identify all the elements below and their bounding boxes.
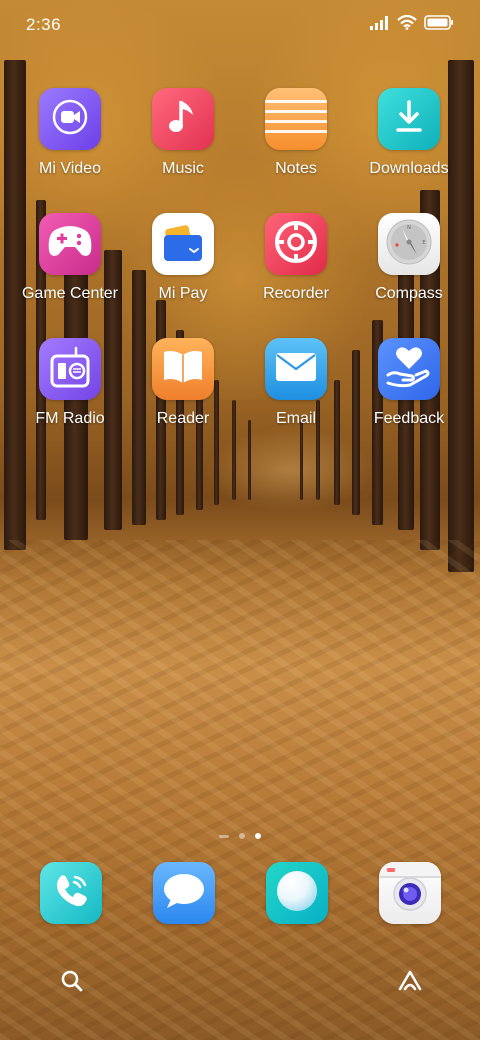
app-music[interactable]: Music [128,88,238,178]
dock-browser[interactable] [266,862,328,924]
dock-phone[interactable] [40,862,102,924]
app-label: Music [162,160,204,177]
compass-icon: N E [384,217,434,272]
app-mi-video[interactable]: Mi Video [15,88,125,178]
assistant-button[interactable] [393,966,427,1000]
app-notes[interactable]: Notes [241,88,351,178]
app-email[interactable]: Email [241,338,351,428]
app-label: Feedback [373,410,445,427]
assistant-icon [396,969,424,998]
search-button[interactable] [55,966,89,1000]
phone-icon [51,871,91,916]
notes-lines-icon [265,88,327,150]
app-label: FM Radio [35,410,105,427]
page-indicator-dash [219,834,229,838]
page-dot-1 [239,833,245,839]
dock-camera[interactable] [379,862,441,924]
search-icon [60,969,84,998]
app-game-center[interactable]: Game Center [15,213,125,303]
gamepad-icon [47,225,93,264]
page-dot-2 [255,833,261,839]
app-compass[interactable]: N E Compass [354,213,464,303]
app-label: Recorder [263,285,329,302]
camera-icon [379,862,441,924]
envelope-icon [274,350,318,389]
svg-text:N: N [407,225,411,231]
app-label: Compass [375,285,443,302]
dock-messages[interactable] [153,862,215,924]
status-icons [370,14,454,35]
app-label: Reader [156,410,210,427]
radio-icon [48,344,92,395]
app-label: Email [275,410,316,427]
browser-sphere-icon [274,868,320,919]
page-indicator[interactable] [0,830,480,842]
app-label: Downloads [369,160,449,177]
chat-bubble-icon [161,871,207,916]
app-recorder[interactable]: Recorder [241,213,351,303]
app-feedback[interactable]: Feedback [354,338,464,428]
status-bar: 2:36 [0,0,480,50]
download-arrow-icon [392,99,426,140]
app-downloads[interactable]: Downloads [354,88,464,178]
app-mi-pay[interactable]: Mi Pay [128,213,238,303]
status-time: 2:36 [26,15,62,34]
wifi-icon [397,14,417,35]
app-label: Mi Video [39,160,101,177]
battery-icon [424,15,454,35]
record-dial-icon [272,218,320,271]
signal-icon [370,15,390,35]
open-book-icon [160,347,206,392]
svg-text:E: E [422,240,425,246]
app-reader[interactable]: Reader [128,338,238,428]
wallet-icon [160,221,206,268]
video-camera-icon [50,97,90,142]
app-label: Notes [275,160,317,177]
app-label: Game Center [21,285,119,302]
heart-hand-icon [386,345,432,394]
music-note-icon [165,97,201,142]
app-fm-radio[interactable]: FM Radio [15,338,125,428]
app-label: Mi Pay [158,285,208,302]
